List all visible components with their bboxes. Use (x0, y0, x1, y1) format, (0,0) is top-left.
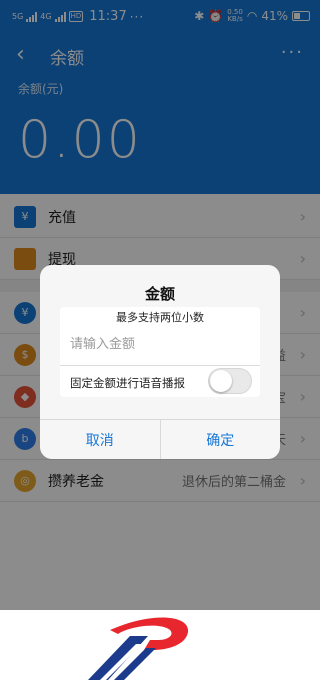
cancel-button[interactable]: 取消 (40, 420, 160, 459)
dialog-card: 最多支持两位小数 固定金额进行语音播报 (60, 307, 260, 397)
dialog-buttons: 取消 确定 (40, 419, 280, 459)
dialog-title: 金额 (144, 285, 175, 303)
amount-dialog: 金额 最多支持两位小数 固定金额进行语音播报 取消 确定 (40, 265, 280, 459)
divider (60, 365, 260, 366)
toggle-knob (210, 370, 232, 392)
brand-logo-graphic (88, 617, 189, 680)
confirm-button[interactable]: 确定 (159, 420, 281, 459)
decimal-hint: 最多支持两位小数 (116, 311, 204, 324)
voice-broadcast-label: 固定金额进行语音播报 (70, 376, 185, 390)
brand-logo (70, 610, 320, 693)
amount-input[interactable] (70, 329, 250, 359)
voice-broadcast-toggle[interactable] (208, 368, 252, 394)
